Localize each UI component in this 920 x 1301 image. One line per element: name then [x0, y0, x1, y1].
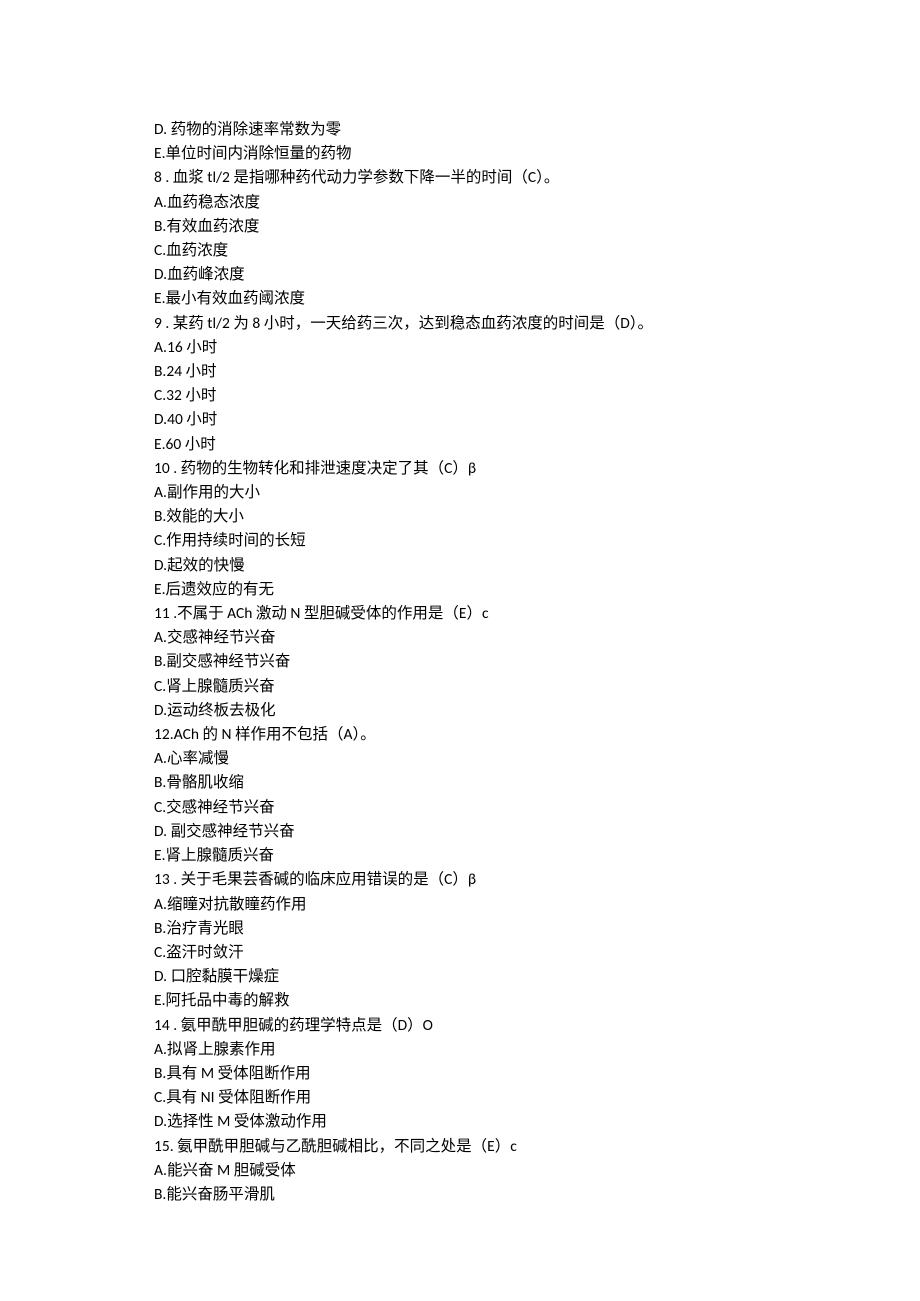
text-line: A.副作用的大小 [154, 481, 920, 505]
text-line: D.选择性 M 受体激动作用 [154, 1110, 920, 1134]
text-line: E.60 小时 [154, 433, 920, 457]
text-line: A.血药稳态浓度 [154, 191, 920, 215]
text-line: D. 副交感神经节兴奋 [154, 820, 920, 844]
text-line: 10 . 药物的生物转化和排泄速度决定了其（C）β [154, 457, 920, 481]
text-line: B.有效血药浓度 [154, 215, 920, 239]
text-line: 8 . 血浆 tl/2 是指哪种药代动力学参数下降一半的时间（C）。 [154, 166, 920, 190]
text-line: 12.ACh 的 N 样作用不包括（A）。 [154, 723, 920, 747]
text-line: D. 口腔黏膜干燥症 [154, 965, 920, 989]
text-line: 9 . 某药 tl/2 为 8 小时，一天给药三次，达到稳态血药浓度的时间是（D… [154, 312, 920, 336]
text-line: A.16 小时 [154, 336, 920, 360]
text-line: 11 .不属于 ACh 激动 N 型胆碱受体的作用是（E）c [154, 602, 920, 626]
text-line: C.32 小时 [154, 384, 920, 408]
text-line: A.能兴奋 M 胆碱受体 [154, 1159, 920, 1183]
text-line: C.作用持续时间的长短 [154, 529, 920, 553]
text-line: B.治疗青光眼 [154, 917, 920, 941]
text-line: A.交感神经节兴奋 [154, 626, 920, 650]
text-line: 15. 氨甲酰甲胆碱与乙酰胆碱相比，不同之处是（E）c [154, 1135, 920, 1159]
text-line: E.阿托品中毒的解救 [154, 989, 920, 1013]
text-line: B.副交感神经节兴奋 [154, 650, 920, 674]
text-line: D.起效的快慢 [154, 554, 920, 578]
text-line: B.能兴奋肠平滑肌 [154, 1183, 920, 1207]
text-line: D.血药峰浓度 [154, 263, 920, 287]
text-line: E.单位时间内消除恒量的药物 [154, 142, 920, 166]
text-line: B.具有 M 受体阻断作用 [154, 1062, 920, 1086]
text-line: C.交感神经节兴奋 [154, 796, 920, 820]
text-line: C.具有 NI 受体阻断作用 [154, 1086, 920, 1110]
text-line: A.心率减慢 [154, 747, 920, 771]
text-line: B.24 小时 [154, 360, 920, 384]
text-line: B.骨骼肌收缩 [154, 771, 920, 795]
text-line: 14 . 氨甲酰甲胆碱的药理学特点是（D）O [154, 1014, 920, 1038]
text-line: B.效能的大小 [154, 505, 920, 529]
text-line: D.运动终板去极化 [154, 699, 920, 723]
text-line: A.拟肾上腺素作用 [154, 1038, 920, 1062]
text-line: E.后遗效应的有无 [154, 578, 920, 602]
text-line: C.肾上腺髓质兴奋 [154, 675, 920, 699]
document-page: D. 药物的消除速率常数为零 E.单位时间内消除恒量的药物 8 . 血浆 tl/… [0, 0, 920, 1301]
text-line: D. 药物的消除速率常数为零 [154, 118, 920, 142]
text-line: 13 . 关于毛果芸香碱的临床应用错误的是（C）β [154, 868, 920, 892]
text-line: E.肾上腺髓质兴奋 [154, 844, 920, 868]
text-line: C.盗汗时敛汗 [154, 941, 920, 965]
text-line: C.血药浓度 [154, 239, 920, 263]
text-line: A.缩瞳对抗散瞳药作用 [154, 893, 920, 917]
text-line: D.40 小时 [154, 408, 920, 432]
text-line: E.最小有效血药阈浓度 [154, 287, 920, 311]
